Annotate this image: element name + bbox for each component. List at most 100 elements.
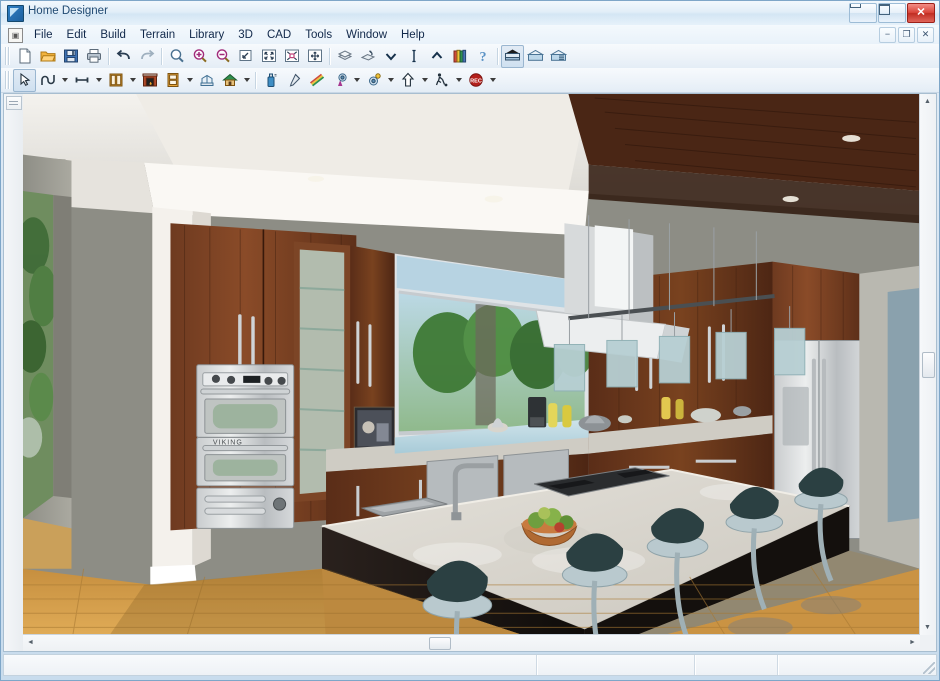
material-stripe-icon[interactable]: [305, 69, 328, 92]
vertical-scroll-thumb[interactable]: [922, 352, 935, 378]
redo-icon[interactable]: [135, 45, 158, 68]
scrollbar-corner: [920, 635, 936, 651]
toolbar-separator: [497, 47, 498, 65]
menu-bar: ▣ File Edit Build Terrain Library 3D CAD…: [1, 25, 939, 45]
help-icon[interactable]: ?: [471, 45, 494, 68]
full-camera-tool-icon[interactable]: [328, 69, 351, 92]
mdi-window-controls: − ❐ ✕: [879, 27, 934, 43]
toolbar-grip[interactable]: [4, 71, 11, 89]
menu-edit[interactable]: Edit: [60, 27, 94, 43]
window-controls: ✕: [849, 3, 935, 23]
resize-grip[interactable]: [923, 662, 935, 674]
zoom-icon[interactable]: [165, 45, 188, 68]
home-designer-logo-icon: [7, 5, 24, 22]
move-camera-dropdown[interactable]: [419, 69, 430, 92]
window-tool-icon[interactable]: [195, 69, 218, 92]
pan-window-icon[interactable]: [303, 45, 326, 68]
doll-house-dropdown[interactable]: [385, 69, 396, 92]
roof-tool-dropdown[interactable]: [241, 69, 252, 92]
window-title: Home Designer: [28, 5, 108, 17]
camera-tool-dropdown[interactable]: [351, 69, 362, 92]
fill-window-icon[interactable]: [257, 45, 280, 68]
kitchen-3d-render-view[interactable]: VIKING: [23, 94, 920, 635]
horizontal-scroll-thumb[interactable]: [429, 637, 451, 650]
document-client-area: VIKING ▲ ▼ ◄ ►: [3, 93, 937, 652]
floor-overview-icon[interactable]: [524, 45, 547, 68]
menu-window[interactable]: Window: [339, 27, 394, 43]
paint-spray-icon[interactable]: [259, 69, 282, 92]
floor-level-icon[interactable]: [402, 45, 425, 68]
title-bar: Home Designer ✕: [1, 1, 939, 26]
vertical-scrollbar[interactable]: ▲ ▼: [919, 94, 936, 635]
walkthrough-dropdown[interactable]: [453, 69, 464, 92]
cross-section-icon[interactable]: [547, 45, 570, 68]
menu-3d[interactable]: 3D: [231, 27, 260, 43]
wall-tool-dropdown[interactable]: [59, 69, 70, 92]
plan-document-window: VIKING ▲ ▼ ◄ ►: [23, 94, 936, 651]
menu-items: File Edit Build Terrain Library 3D CAD T…: [27, 25, 432, 44]
floor-up-icon[interactable]: [425, 45, 448, 68]
cabinet-tool-dropdown[interactable]: [127, 69, 138, 92]
reference-display-icon[interactable]: [333, 45, 356, 68]
menu-tools[interactable]: Tools: [298, 27, 339, 43]
dimension-tool-icon[interactable]: [70, 69, 93, 92]
toolbar-separator: [108, 47, 109, 65]
door-tool-icon[interactable]: [161, 69, 184, 92]
scroll-down-arrow[interactable]: ▼: [920, 620, 935, 635]
mdi-restore-button[interactable]: ❐: [898, 27, 915, 43]
status-cell-message: [4, 655, 536, 675]
door-tool-dropdown[interactable]: [184, 69, 195, 92]
window-maximize-button[interactable]: [878, 3, 906, 23]
doll-house-camera-icon[interactable]: [362, 69, 385, 92]
scroll-left-arrow[interactable]: ◄: [23, 635, 38, 650]
select-objects-icon[interactable]: [13, 68, 36, 92]
toolbar-grip[interactable]: [4, 47, 11, 65]
application-window: Home Designer ✕ ▣ File Edit Build Terrai…: [0, 0, 940, 681]
window-close-button[interactable]: ✕: [907, 3, 935, 23]
record-walkthrough-icon[interactable]: REC: [464, 69, 487, 92]
standard-toolbar: ?: [1, 44, 939, 69]
horizontal-scrollbar[interactable]: ◄ ►: [23, 634, 920, 651]
window-minimize-button[interactable]: [849, 3, 877, 23]
zoom-out-icon[interactable]: [211, 45, 234, 68]
mdi-minimize-button[interactable]: −: [879, 27, 896, 43]
left-docked-panel: [4, 94, 24, 651]
svg-text:?: ?: [479, 50, 486, 64]
walkthrough-icon[interactable]: [430, 69, 453, 92]
panel-collapse-tab[interactable]: [6, 96, 22, 110]
menu-cad[interactable]: CAD: [260, 27, 298, 43]
library-browser-icon[interactable]: [448, 45, 471, 68]
document-system-icon[interactable]: ▣: [8, 28, 23, 43]
roof-tool-icon[interactable]: [218, 69, 241, 92]
open-plan-icon[interactable]: [36, 45, 59, 68]
scroll-right-arrow[interactable]: ►: [905, 635, 920, 650]
zoom-in-icon[interactable]: [188, 45, 211, 68]
swap-floors-icon[interactable]: [356, 45, 379, 68]
move-camera-up-icon[interactable]: [396, 69, 419, 92]
menu-build[interactable]: Build: [93, 27, 133, 43]
status-bar: [3, 654, 937, 676]
svg-text:VIKING: VIKING: [213, 440, 243, 447]
mdi-close-button[interactable]: ✕: [917, 27, 934, 43]
zoom-window-icon[interactable]: [234, 45, 257, 68]
wall-tool-icon[interactable]: [36, 69, 59, 92]
eyedropper-icon[interactable]: [282, 69, 305, 92]
menu-help[interactable]: Help: [394, 27, 432, 43]
render-scene: VIKING: [23, 94, 920, 635]
record-walkthrough-dropdown[interactable]: [487, 69, 498, 92]
full-camera-icon[interactable]: [501, 44, 524, 68]
fill-window-building-icon[interactable]: [280, 45, 303, 68]
floor-down-icon[interactable]: [379, 45, 402, 68]
undo-icon[interactable]: [112, 45, 135, 68]
fireplace-tool-icon[interactable]: [138, 69, 161, 92]
menu-file[interactable]: File: [27, 27, 60, 43]
new-plan-icon[interactable]: [13, 45, 36, 68]
scroll-up-arrow[interactable]: ▲: [920, 94, 935, 109]
menu-terrain[interactable]: Terrain: [133, 27, 182, 43]
cabinet-tool-icon[interactable]: [104, 69, 127, 92]
dimension-tool-dropdown[interactable]: [93, 69, 104, 92]
menu-library[interactable]: Library: [182, 27, 231, 43]
print-icon[interactable]: [82, 45, 105, 68]
save-icon[interactable]: [59, 45, 82, 68]
toolbar-separator: [255, 71, 256, 89]
